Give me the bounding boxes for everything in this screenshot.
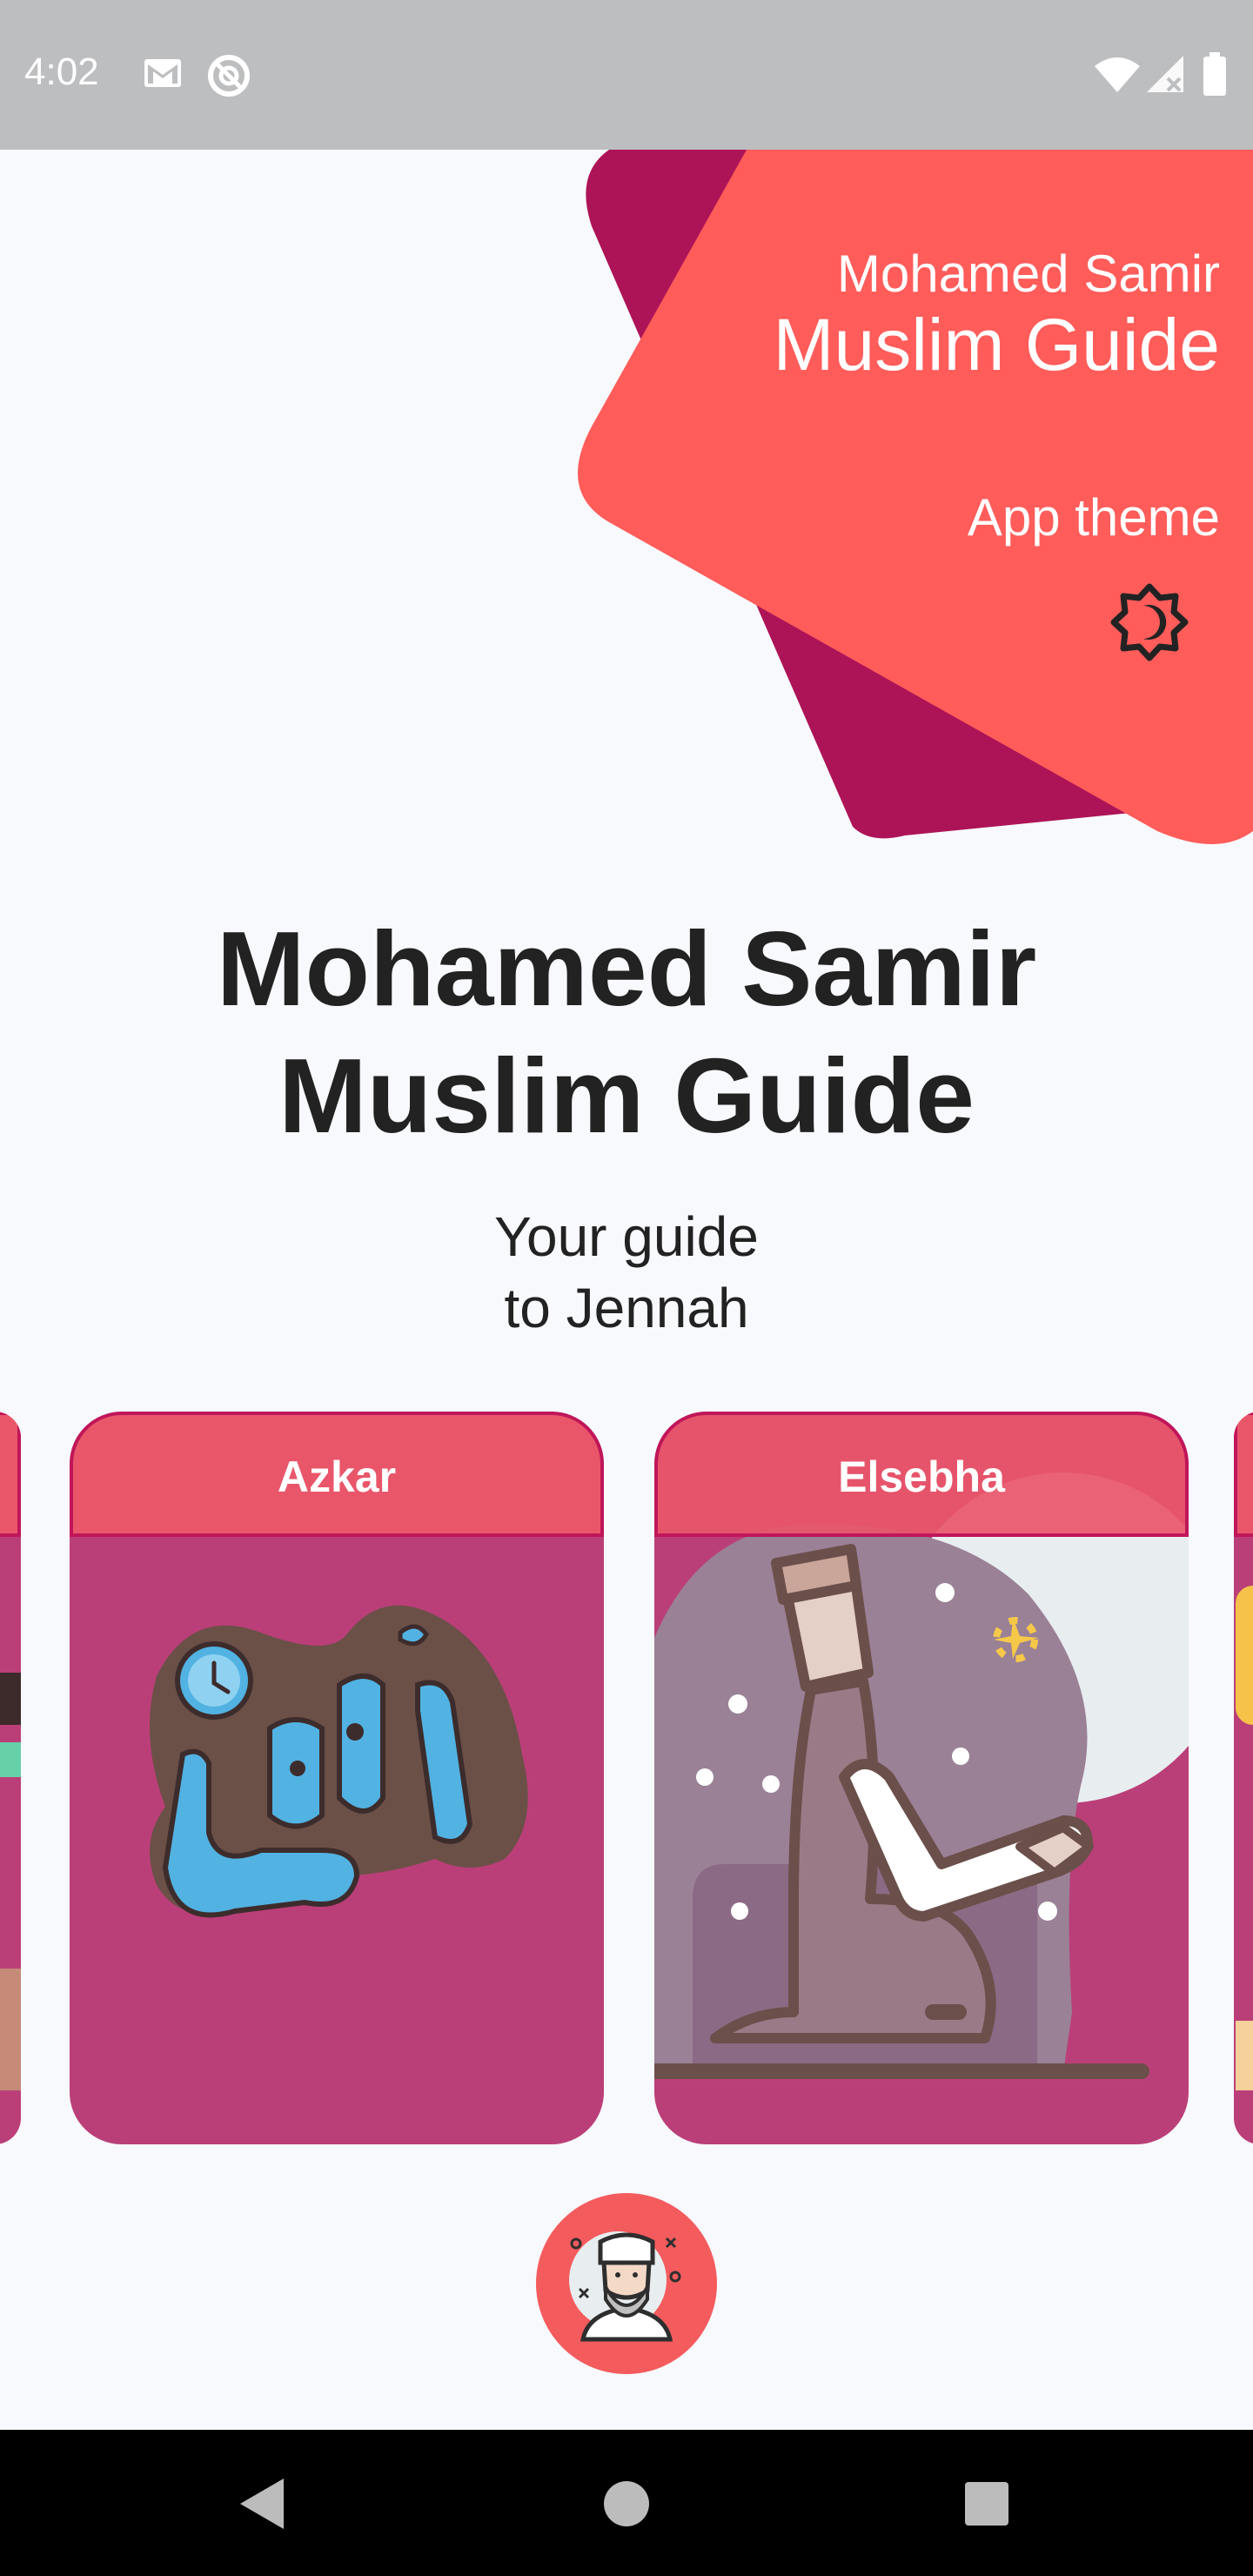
app-title-line1: Mohamed Samir [216,909,1037,1028]
battery-icon [1203,52,1226,96]
back-icon[interactable] [231,2473,292,2534]
header-title: Muslim Guide [773,304,1220,386]
wifi-icon [1095,57,1140,92]
recents-icon[interactable] [956,2473,1017,2534]
card-header: Elsebha [654,1412,1189,1537]
header-subtitle: Mohamed Samir [836,245,1220,303]
theme-label: App theme [967,488,1220,547]
tagline-line1: Your guide [494,1205,759,1268]
tagline-line2: to Jennah [504,1277,749,1339]
sheikh-avatar-icon [569,2231,681,2342]
card-elsebha[interactable]: Elsebha [654,1412,1189,2144]
card-title: Azkar [277,1452,397,1501]
card-header: Azkar [70,1412,604,1537]
no-disturb-icon [208,55,250,97]
status-time: 4:02 [24,50,99,93]
navigation-bar [0,2430,1253,2576]
app-tagline: Your guide to Jennah [0,1201,1253,1344]
card-title: Elsebha [838,1452,1005,1501]
profile-fab-button[interactable] [536,2193,717,2374]
card-azkar[interactable]: Azkar [70,1412,604,2144]
gmail-icon [144,59,181,87]
app-title-line2: Muslim Guide [278,1036,975,1155]
brightness-icon[interactable] [1110,583,1189,661]
status-bar: 4:02 [0,0,1253,150]
azkar-calligraphy-icon [150,1605,528,1918]
home-icon[interactable] [596,2473,657,2534]
carousel-card-prev[interactable] [0,1412,21,2144]
app-title: Mohamed Samir Muslim Guide [0,905,1253,1159]
carousel-card-next[interactable] [1234,1412,1253,2144]
signal-icon [1147,56,1183,92]
